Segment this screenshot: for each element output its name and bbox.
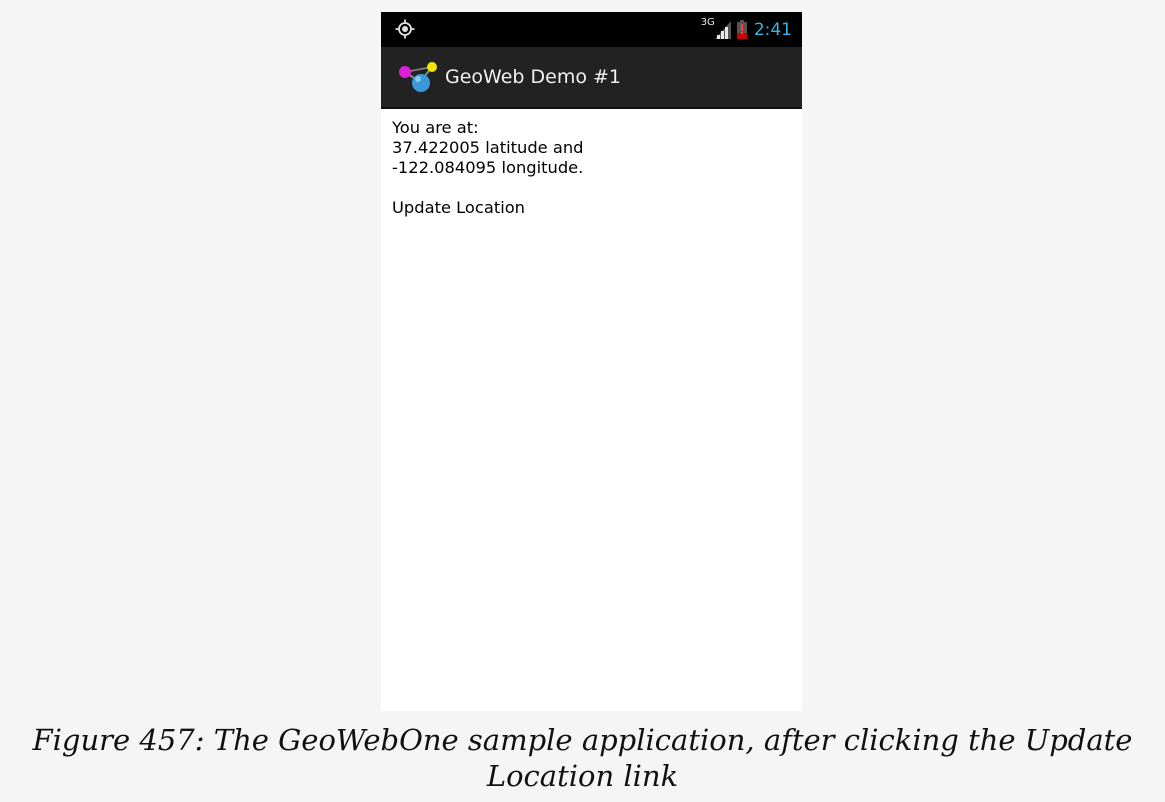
- action-bar: GeoWeb Demo #1: [381, 47, 802, 109]
- status-clock: 2:41: [753, 19, 792, 40]
- cell-signal-icon: [714, 20, 731, 39]
- app-title: GeoWeb Demo #1: [445, 66, 622, 88]
- gps-target-icon: [395, 19, 415, 39]
- location-prefix-text: You are at:: [392, 118, 479, 137]
- update-location-link[interactable]: Update Location: [392, 198, 525, 218]
- figure-caption: Figure 457: The GeoWebOne sample applica…: [32, 723, 1133, 793]
- network-type-label: 3G: [700, 17, 715, 28]
- status-bar: 3G 2:41: [381, 12, 802, 47]
- geoweb-app-icon: [399, 62, 437, 92]
- webview-content: You are at: 37.422005 latitude and -122.…: [381, 109, 802, 227]
- longitude-text: -122.084095 longitude.: [392, 158, 584, 177]
- phone-screen: 3G 2:41 GeoWeb Demo #1 You are at: 37.42…: [381, 12, 802, 711]
- latitude-text: 37.422005 latitude and: [392, 138, 584, 157]
- status-indicators: 3G 2:41: [701, 12, 792, 47]
- battery-low-icon: [736, 20, 747, 39]
